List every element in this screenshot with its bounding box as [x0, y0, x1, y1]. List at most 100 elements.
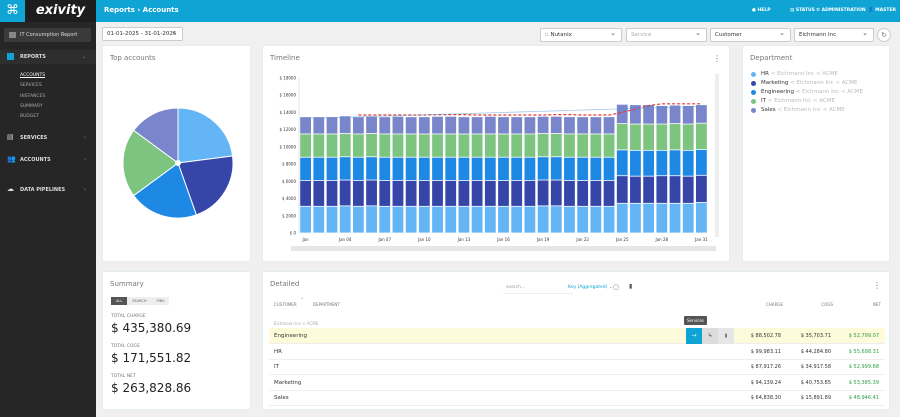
table-row[interactable]: IT $ 87,917.26 $ 34,917.58 $ 52,999.68	[269, 359, 885, 375]
bar-sales[interactable]	[511, 117, 523, 134]
bar-sales[interactable]	[696, 105, 707, 123]
bar-marketing[interactable]	[511, 180, 523, 206]
bar-marketing[interactable]	[590, 180, 602, 206]
bar-it[interactable]	[656, 124, 668, 150]
bar-marketing[interactable]	[643, 176, 655, 203]
bar-hr[interactable]	[603, 206, 615, 233]
key-select[interactable]: Key (Aggregated) ⌄	[568, 282, 613, 294]
bar-hr[interactable]	[550, 206, 562, 233]
sort-icon[interactable]: ˄	[301, 298, 304, 304]
bar-it[interactable]	[432, 134, 443, 157]
bar-it[interactable]	[352, 134, 364, 157]
bar-it[interactable]	[550, 133, 562, 157]
bar-sales[interactable]	[352, 117, 364, 134]
bar-sales[interactable]	[379, 117, 391, 134]
bar-engineering[interactable]	[577, 157, 589, 181]
bar-marketing[interactable]	[366, 180, 377, 206]
bar-marketing[interactable]	[405, 180, 417, 206]
bar-marketing[interactable]	[498, 180, 509, 206]
arrow-right-icon[interactable]: →	[686, 328, 702, 344]
datasource-select[interactable]: :: Nutanix	[540, 27, 622, 42]
bar-it[interactable]	[405, 134, 417, 157]
bar-hr[interactable]	[696, 202, 707, 233]
column-customer[interactable]: CUSTOMER	[274, 302, 297, 307]
bar-sales[interactable]	[550, 116, 562, 134]
legend-item[interactable]: Marketing < Eichmann Inc < ACME	[751, 79, 863, 88]
bar-sales[interactable]	[405, 117, 417, 134]
bar-engineering[interactable]	[313, 157, 325, 181]
bar-sales[interactable]	[590, 117, 602, 134]
bar-hr[interactable]	[352, 206, 364, 233]
bar-hr[interactable]	[498, 206, 509, 233]
bar-marketing[interactable]	[669, 176, 681, 203]
bar-hr[interactable]	[458, 206, 470, 233]
breadcrumb[interactable]: Reports › Accounts	[104, 0, 179, 21]
bar-engineering[interactable]	[418, 157, 430, 181]
bar-engineering[interactable]	[682, 150, 694, 176]
bar-engineering[interactable]	[603, 157, 615, 181]
bar-hr[interactable]	[405, 206, 417, 233]
bar-engineering[interactable]	[537, 157, 549, 180]
bar-sales[interactable]	[458, 117, 470, 134]
bar-it[interactable]	[590, 134, 602, 157]
bar-hr[interactable]	[564, 206, 575, 233]
bookmark-icon[interactable]: ▮	[629, 283, 632, 290]
app-logo-icon[interactable]: ⌘	[0, 0, 25, 22]
bar-marketing[interactable]	[471, 180, 483, 206]
bar-hr[interactable]	[630, 203, 641, 233]
bar-sales[interactable]	[682, 105, 694, 124]
bar-sales[interactable]	[313, 117, 325, 134]
bar-hr[interactable]	[326, 206, 338, 233]
bar-it[interactable]	[366, 133, 377, 157]
bar-sales[interactable]	[445, 116, 457, 134]
date-range-picker[interactable]: 01-01-2025 - 31-01-2025	[102, 26, 183, 41]
bar-it[interactable]	[682, 124, 694, 150]
bar-marketing[interactable]	[392, 180, 404, 206]
bar-hr[interactable]	[484, 206, 496, 233]
bar-sales[interactable]	[498, 117, 509, 134]
bar-it[interactable]	[313, 134, 325, 157]
bar-it[interactable]	[445, 134, 457, 157]
bar-hr[interactable]	[300, 206, 311, 233]
refresh-icon[interactable]: ↻	[877, 28, 891, 42]
bar-it[interactable]	[392, 134, 404, 157]
bar-it[interactable]	[471, 134, 483, 157]
bar-marketing[interactable]	[577, 180, 589, 206]
bar-it[interactable]	[379, 134, 391, 157]
pie-slice-hr[interactable]	[177, 107, 234, 164]
range-scrollbar[interactable]	[291, 246, 716, 251]
bar-marketing[interactable]	[432, 180, 443, 206]
bar-it[interactable]	[418, 134, 430, 157]
bar-hr[interactable]	[590, 206, 602, 233]
bar-engineering[interactable]	[696, 149, 707, 175]
bar-it[interactable]	[484, 134, 496, 157]
bar-it[interactable]	[511, 134, 523, 157]
sidebar-subitem-accounts[interactable]: ACCOUNTS	[20, 73, 45, 78]
bar-it[interactable]	[498, 134, 509, 157]
help-link[interactable]: ● HELP	[752, 0, 771, 21]
bar-sales[interactable]	[392, 116, 404, 134]
bar-it[interactable]	[603, 134, 615, 157]
bar-it[interactable]	[458, 134, 470, 157]
bar-engineering[interactable]	[458, 157, 470, 181]
bar-sales[interactable]	[577, 117, 589, 134]
sidebar-item-accounts[interactable]: 👥 ACCOUNTS ›	[0, 153, 96, 167]
bar-hr[interactable]	[471, 206, 483, 233]
sidebar-subitem-summary[interactable]: SUMMARY	[20, 104, 43, 109]
bar-engineering[interactable]	[656, 150, 668, 176]
bar-sales[interactable]	[484, 116, 496, 134]
bar-sales[interactable]	[366, 116, 377, 134]
bar-hr[interactable]	[524, 206, 536, 233]
bar-marketing[interactable]	[550, 180, 562, 206]
bar-engineering[interactable]	[498, 157, 509, 181]
bar-hr[interactable]	[339, 206, 351, 233]
bar-it[interactable]	[339, 133, 351, 157]
bar-sales[interactable]	[300, 117, 311, 134]
bar-sales[interactable]	[656, 105, 668, 124]
column-net[interactable]: NET	[823, 302, 881, 307]
bar-engineering[interactable]	[445, 157, 457, 181]
bar-it[interactable]	[669, 124, 681, 150]
bar-hr[interactable]	[682, 203, 694, 233]
bar-marketing[interactable]	[524, 180, 536, 206]
bar-hr[interactable]	[577, 206, 589, 233]
